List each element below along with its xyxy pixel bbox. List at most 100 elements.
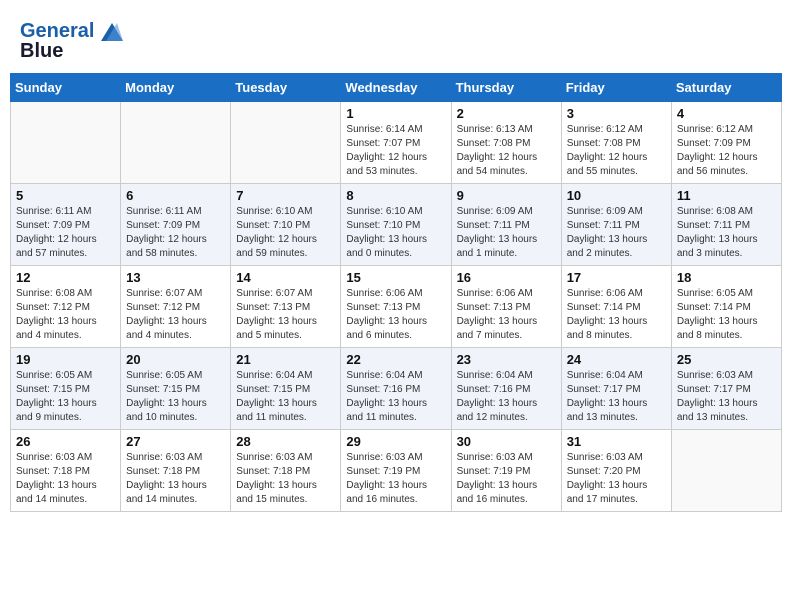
calendar-day-cell: 12 Sunrise: 6:08 AM Sunset: 7:12 PM Dayli…	[11, 266, 121, 348]
calendar-day-cell: 6 Sunrise: 6:11 AM Sunset: 7:09 PM Daylig…	[121, 184, 231, 266]
day-number: 17	[567, 270, 666, 285]
calendar-day-cell: 22Sunrise: 6:04 AM Sunset: 7:16 PM Dayli…	[341, 348, 451, 430]
day-info: Sunrise: 6:12 AM Sunset: 7:09 PM Dayligh…	[677, 123, 776, 179]
day-info: Sunrise: 6:11 AM Sunset: 7:09 PM Dayligh…	[126, 205, 225, 261]
day-number: 11	[677, 188, 776, 203]
day-number: 7	[236, 188, 335, 203]
logo: General Blue	[20, 20, 123, 63]
day-info: Sunrise: 6:07 AM Sunset: 7:13 PM Dayligh…	[236, 287, 335, 343]
calendar-day-cell	[121, 102, 231, 184]
calendar-week-row: 26 Sunrise: 6:03 AM Sunset: 7:18 PM Dayli…	[11, 430, 782, 512]
day-info: Sunrise: 6:05 AM Sunset: 7:14 PM Dayligh…	[677, 287, 776, 343]
calendar-day-cell: 29Sunrise: 6:03 AM Sunset: 7:19 PM Dayli…	[341, 430, 451, 512]
day-number: 24	[567, 352, 666, 367]
calendar-day-cell: 26 Sunrise: 6:03 AM Sunset: 7:18 PM Dayli…	[11, 430, 121, 512]
calendar-day-header: Sunday	[11, 74, 121, 102]
day-number: 10	[567, 188, 666, 203]
logo-blue: Blue	[20, 40, 63, 62]
calendar-day-cell: 31 Sunrise: 6:03 AM Sunset: 7:20 PM Dayli…	[561, 430, 671, 512]
day-number: 1	[346, 106, 445, 121]
day-number: 30	[457, 434, 556, 449]
calendar-week-row: 5 Sunrise: 6:11 AM Sunset: 7:09 PM Daylig…	[11, 184, 782, 266]
day-info: Sunrise: 6:06 AM Sunset: 7:14 PM Dayligh…	[567, 287, 666, 343]
day-number: 2	[457, 106, 556, 121]
calendar-day-cell: 13Sunrise: 6:07 AM Sunset: 7:12 PM Dayli…	[121, 266, 231, 348]
day-info: Sunrise: 6:03 AM Sunset: 7:18 PM Dayligh…	[236, 451, 335, 507]
calendar-table: SundayMondayTuesdayWednesdayThursdayFrid…	[10, 73, 782, 512]
calendar-body: 1 Sunrise: 6:14 AM Sunset: 7:07 PM Daylig…	[11, 102, 782, 512]
calendar-day-cell: 14 Sunrise: 6:07 AM Sunset: 7:13 PM Dayli…	[231, 266, 341, 348]
calendar-day-cell: 15Sunrise: 6:06 AM Sunset: 7:13 PM Dayli…	[341, 266, 451, 348]
calendar-day-cell: 3Sunrise: 6:12 AM Sunset: 7:08 PM Daylig…	[561, 102, 671, 184]
calendar-day-header: Friday	[561, 74, 671, 102]
day-number: 13	[126, 270, 225, 285]
day-info: Sunrise: 6:03 AM Sunset: 7:17 PM Dayligh…	[677, 369, 776, 425]
day-number: 15	[346, 270, 445, 285]
calendar-day-cell	[231, 102, 341, 184]
logo-icon	[101, 23, 123, 41]
logo-general: General	[20, 20, 94, 42]
calendar-day-cell: 1 Sunrise: 6:14 AM Sunset: 7:07 PM Daylig…	[341, 102, 451, 184]
day-number: 16	[457, 270, 556, 285]
day-number: 6	[126, 188, 225, 203]
day-info: Sunrise: 6:04 AM Sunset: 7:16 PM Dayligh…	[346, 369, 445, 425]
calendar-day-header: Saturday	[671, 74, 781, 102]
day-number: 31	[567, 434, 666, 449]
day-number: 20	[126, 352, 225, 367]
day-number: 14	[236, 270, 335, 285]
page-header: General Blue	[10, 10, 782, 68]
calendar-day-cell: 18Sunrise: 6:05 AM Sunset: 7:14 PM Dayli…	[671, 266, 781, 348]
calendar-day-header: Monday	[121, 74, 231, 102]
day-info: Sunrise: 6:06 AM Sunset: 7:13 PM Dayligh…	[457, 287, 556, 343]
calendar-day-cell: 25 Sunrise: 6:03 AM Sunset: 7:17 PM Dayli…	[671, 348, 781, 430]
day-number: 28	[236, 434, 335, 449]
day-info: Sunrise: 6:10 AM Sunset: 7:10 PM Dayligh…	[346, 205, 445, 261]
day-number: 21	[236, 352, 335, 367]
day-number: 9	[457, 188, 556, 203]
calendar-day-cell: 16 Sunrise: 6:06 AM Sunset: 7:13 PM Dayli…	[451, 266, 561, 348]
day-info: Sunrise: 6:09 AM Sunset: 7:11 PM Dayligh…	[567, 205, 666, 261]
day-info: Sunrise: 6:05 AM Sunset: 7:15 PM Dayligh…	[126, 369, 225, 425]
calendar-day-cell: 28 Sunrise: 6:03 AM Sunset: 7:18 PM Dayli…	[231, 430, 341, 512]
calendar-day-cell: 10 Sunrise: 6:09 AM Sunset: 7:11 PM Dayli…	[561, 184, 671, 266]
day-info: Sunrise: 6:04 AM Sunset: 7:17 PM Dayligh…	[567, 369, 666, 425]
day-number: 8	[346, 188, 445, 203]
day-info: Sunrise: 6:03 AM Sunset: 7:19 PM Dayligh…	[346, 451, 445, 507]
day-number: 25	[677, 352, 776, 367]
day-info: Sunrise: 6:03 AM Sunset: 7:20 PM Dayligh…	[567, 451, 666, 507]
day-info: Sunrise: 6:13 AM Sunset: 7:08 PM Dayligh…	[457, 123, 556, 179]
day-number: 26	[16, 434, 115, 449]
day-number: 19	[16, 352, 115, 367]
calendar-day-header: Wednesday	[341, 74, 451, 102]
day-number: 12	[16, 270, 115, 285]
calendar-day-cell: 20 Sunrise: 6:05 AM Sunset: 7:15 PM Dayli…	[121, 348, 231, 430]
day-info: Sunrise: 6:11 AM Sunset: 7:09 PM Dayligh…	[16, 205, 115, 261]
calendar-day-header: Tuesday	[231, 74, 341, 102]
day-info: Sunrise: 6:03 AM Sunset: 7:18 PM Dayligh…	[126, 451, 225, 507]
calendar-day-cell: 30Sunrise: 6:03 AM Sunset: 7:19 PM Dayli…	[451, 430, 561, 512]
calendar-day-cell: 9Sunrise: 6:09 AM Sunset: 7:11 PM Daylig…	[451, 184, 561, 266]
day-info: Sunrise: 6:08 AM Sunset: 7:12 PM Dayligh…	[16, 287, 115, 343]
calendar-day-cell: 8 Sunrise: 6:10 AM Sunset: 7:10 PM Daylig…	[341, 184, 451, 266]
day-number: 5	[16, 188, 115, 203]
day-info: Sunrise: 6:14 AM Sunset: 7:07 PM Dayligh…	[346, 123, 445, 179]
calendar-day-cell: 17 Sunrise: 6:06 AM Sunset: 7:14 PM Dayli…	[561, 266, 671, 348]
calendar-day-cell: 11Sunrise: 6:08 AM Sunset: 7:11 PM Dayli…	[671, 184, 781, 266]
calendar-day-cell: 27 Sunrise: 6:03 AM Sunset: 7:18 PM Dayli…	[121, 430, 231, 512]
day-info: Sunrise: 6:12 AM Sunset: 7:08 PM Dayligh…	[567, 123, 666, 179]
day-info: Sunrise: 6:10 AM Sunset: 7:10 PM Dayligh…	[236, 205, 335, 261]
calendar-week-row: 12 Sunrise: 6:08 AM Sunset: 7:12 PM Dayli…	[11, 266, 782, 348]
day-info: Sunrise: 6:04 AM Sunset: 7:15 PM Dayligh…	[236, 369, 335, 425]
calendar-week-row: 19 Sunrise: 6:05 AM Sunset: 7:15 PM Dayli…	[11, 348, 782, 430]
calendar-week-row: 1 Sunrise: 6:14 AM Sunset: 7:07 PM Daylig…	[11, 102, 782, 184]
calendar-day-cell: 7 Sunrise: 6:10 AM Sunset: 7:10 PM Daylig…	[231, 184, 341, 266]
day-info: Sunrise: 6:04 AM Sunset: 7:16 PM Dayligh…	[457, 369, 556, 425]
calendar-day-cell: 23Sunrise: 6:04 AM Sunset: 7:16 PM Dayli…	[451, 348, 561, 430]
calendar-day-cell	[11, 102, 121, 184]
calendar-header-row: SundayMondayTuesdayWednesdayThursdayFrid…	[11, 74, 782, 102]
day-info: Sunrise: 6:05 AM Sunset: 7:15 PM Dayligh…	[16, 369, 115, 425]
day-number: 4	[677, 106, 776, 121]
day-number: 27	[126, 434, 225, 449]
calendar-day-cell: 19 Sunrise: 6:05 AM Sunset: 7:15 PM Dayli…	[11, 348, 121, 430]
day-info: Sunrise: 6:03 AM Sunset: 7:18 PM Dayligh…	[16, 451, 115, 507]
